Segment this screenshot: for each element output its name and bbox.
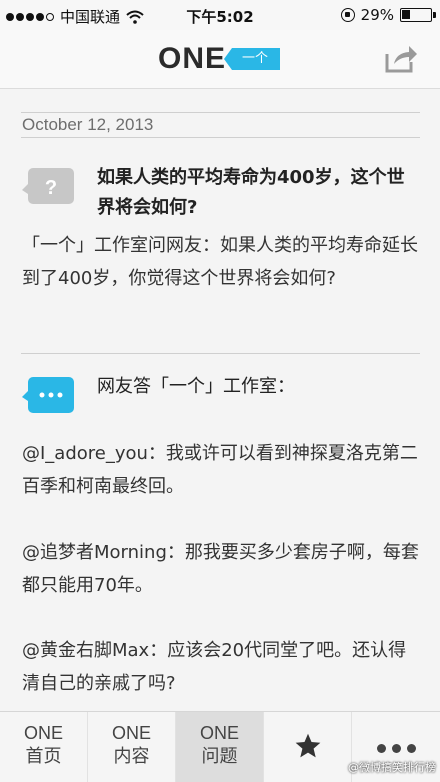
app-header: ONE 一个 [0,30,440,89]
tab-label-top: ONE [111,723,151,743]
tab-home[interactable]: ONE 首页 [0,712,88,782]
tab-label-top: ONE [23,723,63,743]
answer-item: @I_adore_you：我或许可以看到神探夏洛克第二百季和柯南最终回。 [22,443,418,497]
article-date: October 12, 2013 [22,115,154,134]
battery-percent: 29% [360,6,394,24]
svg-text:?: ? [45,177,57,199]
signal-strength-icon [6,12,54,21]
carrier-name: 中国联通 [60,8,121,26]
watermark: @微博搞笑排行榜 [348,761,436,774]
logo-badge: 一个 [224,48,281,70]
answer-item: @黄金右脚Max：应该会20代同堂了吧。还认得清自己的亲戚了吗? [22,640,407,694]
tab-label-bottom: 问题 [201,746,238,767]
date-top-divider [21,112,420,113]
tab-content[interactable]: ONE 内容 [88,712,176,782]
wifi-icon [126,10,144,24]
tab-label-top: ONE [199,723,239,743]
tab-favorites[interactable] [264,712,352,782]
tab-label-bottom: 内容 [113,746,150,767]
share-icon[interactable] [384,42,418,74]
app-logo: ONE 一个 [158,42,281,76]
answers-heading: 网友答「一个」工作室： [97,376,295,397]
tab-label-bottom: 首页 [25,746,62,767]
rotation-lock-icon [340,8,355,22]
status-bar: 中国联通 下午5:02 29% [0,0,440,30]
tab-question[interactable]: ONE 问题 [176,712,264,782]
question-bubble-icon: ? [22,168,74,204]
answer-item: @追梦者Morning：那我要买多少套房子啊，每套都只能用70年。 [22,542,419,596]
answer-bubble-icon [22,377,74,413]
more-dots-icon [352,744,440,753]
section-divider [21,353,420,354]
star-icon [295,733,320,758]
battery-icon [400,8,436,22]
question-title: 如果人类的平均寿命为400岁，这个世界将会如何? [97,167,405,218]
logo-text: ONE [158,42,227,75]
question-body: 「一个」工作室问网友：如果人类的平均寿命延长到了400岁，你觉得这个世界将会如何… [22,235,418,289]
date-divider [21,137,420,138]
